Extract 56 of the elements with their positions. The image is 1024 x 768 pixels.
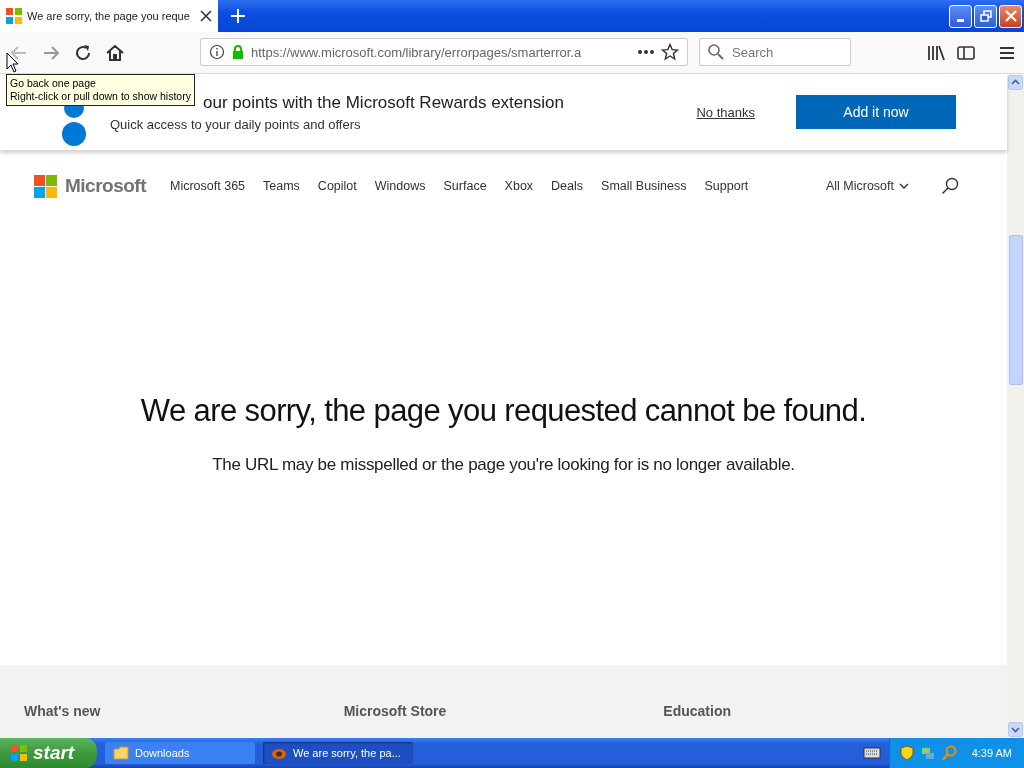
nav-link[interactable]: Teams: [263, 179, 300, 193]
start-button[interactable]: start: [0, 738, 97, 768]
browser-tab[interactable]: We are sorry, the page you reque: [0, 0, 218, 32]
more-icon[interactable]: [637, 49, 655, 55]
microsoft-logo-text[interactable]: Microsoft: [65, 175, 146, 197]
banner-title: our points with the Microsoft Rewards extension: [203, 92, 565, 113]
clock: 4:39 AM: [971, 747, 1012, 759]
scrollbar[interactable]: [1007, 74, 1024, 738]
url-text: https://www.microsoft.com/library/errorpages/smarterror.a: [251, 44, 583, 60]
close-icon[interactable]: [200, 10, 212, 22]
nav-link[interactable]: Copilot: [317, 179, 357, 193]
shield-icon[interactable]: [899, 745, 914, 761]
nav-link[interactable]: Windows: [374, 179, 426, 193]
scroll-thumb[interactable]: [1008, 235, 1023, 385]
scroll-down-icon[interactable]: [1008, 722, 1023, 737]
search-field[interactable]: Search: [699, 38, 851, 66]
error-heading: We are sorry, the page you requested cannot be found.: [140, 392, 867, 429]
restore-button[interactable]: [974, 4, 997, 28]
close-icon: [1004, 10, 1017, 22]
keyboard-icon[interactable]: [862, 746, 881, 760]
banner-subtitle: Quick access to your daily points and offers: [110, 116, 362, 132]
microsoft-logo-icon: [34, 174, 57, 198]
nav-link[interactable]: Support: [704, 179, 749, 193]
minimize-button[interactable]: [949, 4, 972, 28]
library-icon[interactable]: [926, 43, 946, 62]
address-bar[interactable]: https://www.microsoft.com/library/errorpages/smarterror.a: [200, 38, 688, 66]
nav-link[interactable]: Small Business: [601, 179, 687, 193]
error-message: The URL may be misspelled or the page you're looking for is no longer available.: [212, 454, 795, 475]
footer-heading: Microsoft Store: [343, 703, 448, 721]
search-icon: [707, 43, 725, 61]
restore-icon: [979, 10, 992, 22]
nav-link[interactable]: Microsoft 365: [170, 179, 246, 193]
tooltip: Go back one page Right-click or pull down to show history: [6, 74, 195, 106]
all-microsoft-menu[interactable]: All Microsoft: [825, 179, 894, 193]
nav-link[interactable]: Deals: [551, 179, 584, 193]
sidebar-icon[interactable]: [956, 43, 976, 62]
footer-heading: Education: [663, 703, 732, 721]
search-icon[interactable]: [941, 177, 959, 195]
footer-heading: What's new: [24, 703, 102, 721]
windows-flag-icon: [10, 744, 28, 762]
windows-logo-icon: [6, 8, 22, 24]
no-thanks-link[interactable]: No thanks: [696, 104, 755, 120]
minimize-icon: [957, 18, 964, 22]
lock-icon: [231, 44, 245, 60]
add-it-now-button[interactable]: Add it now: [796, 95, 956, 129]
nav-link[interactable]: Xbox: [504, 179, 534, 193]
info-icon[interactable]: [209, 44, 225, 60]
folder-icon: [113, 746, 129, 760]
taskbar-button[interactable]: We are sorry, the pa...: [263, 742, 413, 764]
taskbar-button[interactable]: Downloads: [105, 742, 255, 764]
scroll-up-icon[interactable]: [1008, 75, 1023, 90]
close-button[interactable]: [999, 4, 1022, 28]
bookmark-star-icon[interactable]: [661, 43, 679, 61]
new-tab-icon[interactable]: [230, 8, 246, 24]
chevron-down-icon: [899, 182, 909, 190]
nav-link[interactable]: Surface: [443, 179, 487, 193]
